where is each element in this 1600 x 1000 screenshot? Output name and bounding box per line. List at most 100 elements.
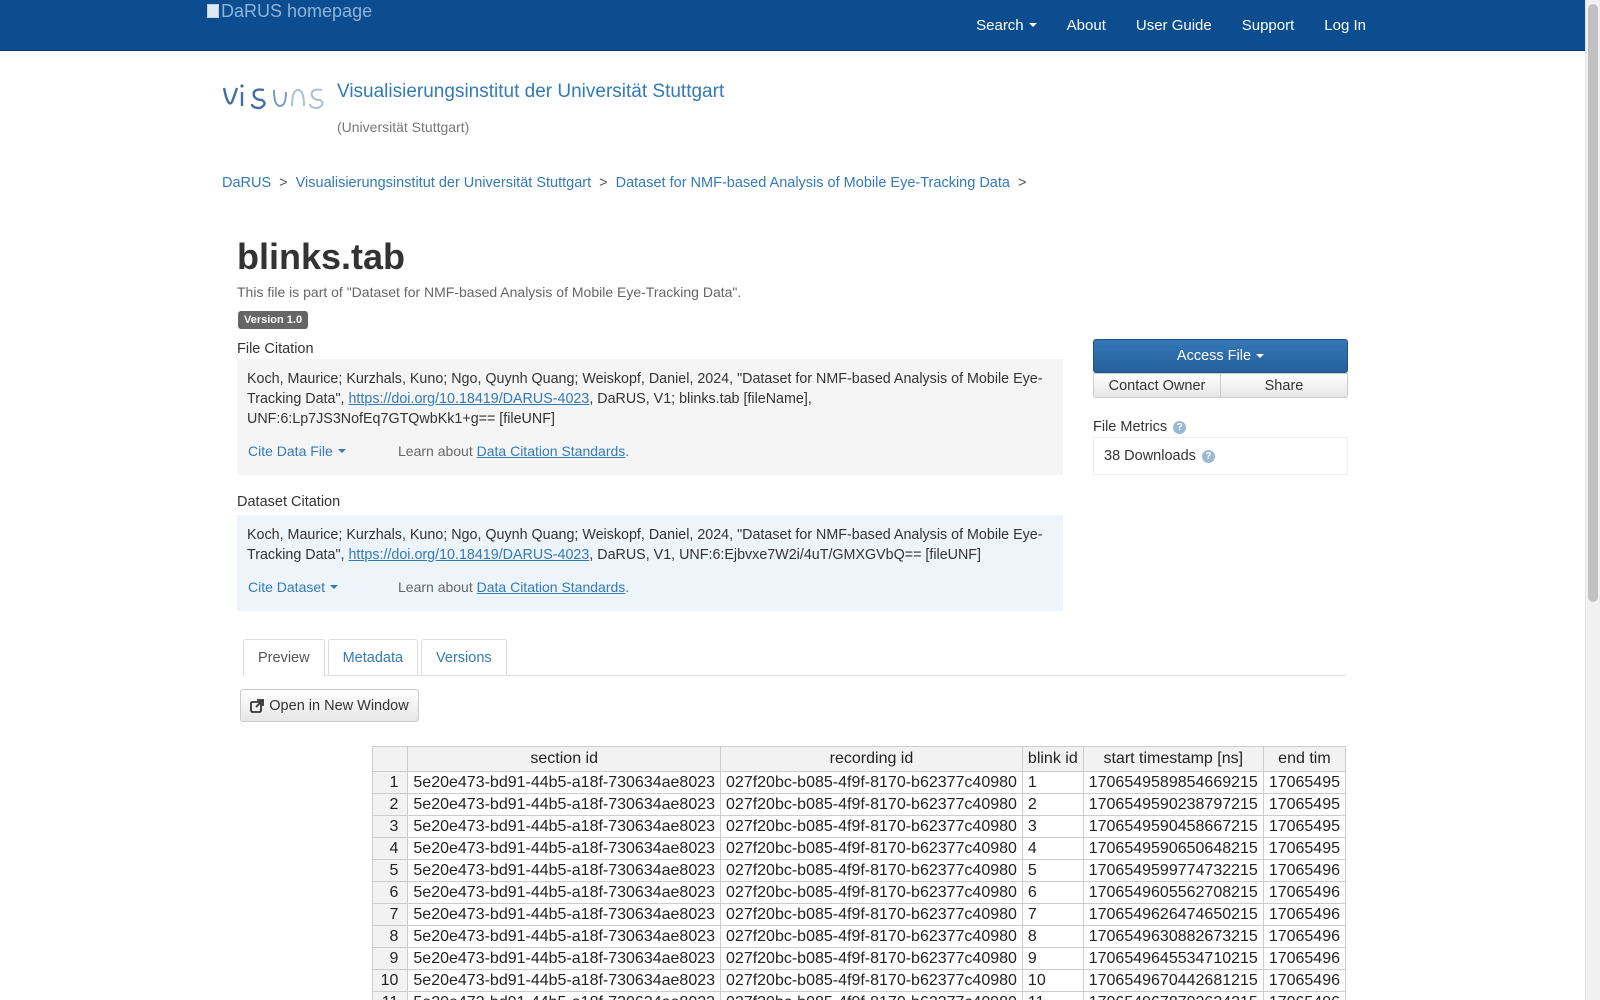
nav-support[interactable]: Support (1242, 17, 1295, 34)
table-cell: 17065496 (1262, 969, 1346, 992)
table-cell: 17065496 (1262, 925, 1346, 948)
table-cell: 027f20bc-b085-4f9f-8170-b62377c40980 (720, 815, 1023, 838)
caret-down-icon (1256, 354, 1265, 358)
table-column-header: start timestamp [ns] (1082, 746, 1264, 772)
question-icon[interactable]: ? (1201, 449, 1215, 463)
external-link-icon (250, 698, 265, 713)
table-cell: 17065496 (1262, 881, 1346, 904)
table-row: 2 5e20e473-bd91-44b5-a18f-730634ae8023 027… (372, 793, 1346, 816)
open-in-new-window-button[interactable]: Open in New Window (240, 689, 419, 722)
table-column-header: recording id (720, 746, 1023, 772)
darus-homepage-logo-link[interactable]: DaRUS homepage (207, 0, 372, 22)
table-column-header: section id (407, 746, 722, 772)
tab-metadata[interactable]: Metadata (327, 639, 419, 676)
table-row: 5 5e20e473-bd91-44b5-a18f-730634ae8023 027… (372, 859, 1346, 882)
learn-prefix: Learn about (398, 579, 477, 595)
share-button[interactable]: Share (1221, 373, 1348, 398)
owner-share-buttons: Contact Owner Share (1093, 373, 1348, 398)
table-cell: 5e20e473-bd91-44b5-a18f-730634ae8023 (407, 815, 722, 838)
caret-down-icon (330, 585, 339, 589)
nav-about[interactable]: About (1067, 17, 1106, 34)
dataset-citation-text-after: , DaRUS, V1, UNF:6:Ejbvxe7W2i/4uT/GMXGVb… (589, 547, 982, 563)
row-number-cell: 11 (372, 991, 409, 1000)
downloads-count: 38 Downloads (1104, 448, 1196, 464)
breadcrumb-separator: > (599, 175, 608, 191)
dataverse-title-link[interactable]: Visualisierungsinstitut der Universität … (337, 81, 724, 103)
nav-log-in[interactable]: Log In (1324, 17, 1366, 34)
navbar-menu: Search About User Guide Support Log In (946, 0, 1366, 50)
nav-user-guide[interactable]: User Guide (1136, 17, 1212, 34)
access-file-button[interactable]: Access File (1093, 339, 1348, 373)
table-cell: 8 (1021, 925, 1084, 948)
data-citation-standards-link[interactable]: Data Citation Standards (477, 579, 626, 595)
breadcrumb-dataverse[interactable]: Visualisierungsinstitut der Universität … (296, 175, 592, 191)
data-preview-table-container[interactable]: section id recording id blink id start time… (372, 746, 1346, 1000)
nav-search-label: Search (976, 16, 1024, 34)
table-cell: 2 (1021, 793, 1084, 816)
dataset-citation-doi-link[interactable]: https://doi.org/10.18419/DARUS-4023 (348, 547, 589, 563)
file-metrics-label: File Metrics ? (1093, 419, 1187, 435)
breadcrumb-darus[interactable]: DaRUS (222, 175, 271, 191)
version-badge: Version 1.0 (238, 311, 309, 329)
nav-search-dropdown[interactable]: Search (976, 17, 1037, 34)
breadcrumb-separator: > (279, 175, 288, 191)
file-metrics-box: 38 Downloads ? (1093, 437, 1348, 475)
contact-owner-button[interactable]: Contact Owner (1093, 373, 1221, 398)
row-number-cell: 1 (372, 771, 409, 794)
table-cell: 17065495 (1262, 815, 1346, 838)
table-cell: 3 (1021, 815, 1084, 838)
table-cell: 1706549599774732215 (1082, 859, 1264, 882)
table-cell: 1706549645534710215 (1082, 947, 1264, 970)
table-cell: 027f20bc-b085-4f9f-8170-b62377c40980 (720, 969, 1023, 992)
table-cell: 027f20bc-b085-4f9f-8170-b62377c40980 (720, 793, 1023, 816)
learn-about-text: Learn about Data Citation Standards. (398, 441, 629, 461)
table-cell: 1706549630882673215 (1082, 925, 1264, 948)
table-cell: 6 (1021, 881, 1084, 904)
table-row: 6 5e20e473-bd91-44b5-a18f-730634ae8023 027… (372, 881, 1346, 904)
question-icon[interactable]: ? (1173, 420, 1187, 434)
data-citation-standards-link[interactable]: Data Citation Standards (477, 443, 626, 459)
table-row: 3 5e20e473-bd91-44b5-a18f-730634ae8023 027… (372, 815, 1346, 838)
table-cell: 17065496 (1262, 991, 1346, 1000)
learn-suffix: . (625, 443, 630, 459)
table-cell: 5e20e473-bd91-44b5-a18f-730634ae8023 (407, 925, 722, 948)
table-cell: 1 (1021, 771, 1084, 794)
table-cell: 1706549670442681215 (1082, 969, 1264, 992)
table-row: 1 5e20e473-bd91-44b5-a18f-730634ae8023 027… (372, 771, 1346, 794)
table-cell: 1706549590650648215 (1082, 837, 1264, 860)
table-cell: 1706549589854669215 (1082, 771, 1264, 794)
table-row: 115e20e473-bd91-44b5-a18f-730634ae802302… (372, 991, 1346, 1000)
table-cell: 17065495 (1262, 771, 1346, 794)
caret-down-icon (1028, 23, 1037, 27)
tab-preview[interactable]: Preview (243, 639, 325, 677)
cite-dataset-button[interactable]: Cite Dataset (248, 577, 398, 597)
file-citation-box: Koch, Maurice; Kurzhals, Kuno; Ngo, Quyn… (237, 359, 1063, 475)
dataset-cite-row: Cite Dataset Learn about Data Citation S… (248, 577, 629, 597)
scrollbar-thumb[interactable] (1588, 4, 1598, 602)
table-cell: 5e20e473-bd91-44b5-a18f-730634ae8023 (407, 947, 722, 970)
open-in-new-window-label: Open in New Window (269, 697, 409, 714)
breadcrumb-dataset[interactable]: Dataset for NMF-based Analysis of Mobile… (616, 175, 1010, 191)
table-column-header: end tim (1262, 746, 1346, 772)
table-row: 4 5e20e473-bd91-44b5-a18f-730634ae8023 027… (372, 837, 1346, 860)
table-cell: 027f20bc-b085-4f9f-8170-b62377c40980 (720, 991, 1023, 1000)
tab-versions[interactable]: Versions (421, 639, 507, 676)
file-citation-label: File Citation (237, 341, 314, 357)
row-number-cell: 2 (372, 793, 409, 816)
table-row: 8 5e20e473-bd91-44b5-a18f-730634ae8023 027… (372, 925, 1346, 948)
table-cell: 10 (1021, 969, 1084, 992)
learn-suffix: . (625, 579, 630, 595)
file-citation-doi-link[interactable]: https://doi.org/10.18419/DARUS-4023 (348, 391, 589, 407)
table-row: 10 5e20e473-bd91-44b5-a18f-730634ae8023 02… (372, 969, 1346, 992)
file-metrics-title: File Metrics (1093, 419, 1168, 435)
row-number-cell: 3 (372, 815, 409, 838)
table-cell: 5e20e473-bd91-44b5-a18f-730634ae8023 (407, 881, 722, 904)
learn-about-text: Learn about Data Citation Standards. (398, 577, 629, 597)
table-cell: 027f20bc-b085-4f9f-8170-b62377c40980 (720, 837, 1023, 860)
dataverse-affiliation: (Universität Stuttgart) (337, 119, 470, 135)
page-scrollbar[interactable] (1585, 0, 1600, 1000)
row-number-cell: 7 (372, 903, 409, 926)
table-cell: 17065496 (1262, 947, 1346, 970)
table-row: 7 5e20e473-bd91-44b5-a18f-730634ae8023 027… (372, 903, 1346, 926)
cite-data-file-button[interactable]: Cite Data File (248, 441, 398, 461)
